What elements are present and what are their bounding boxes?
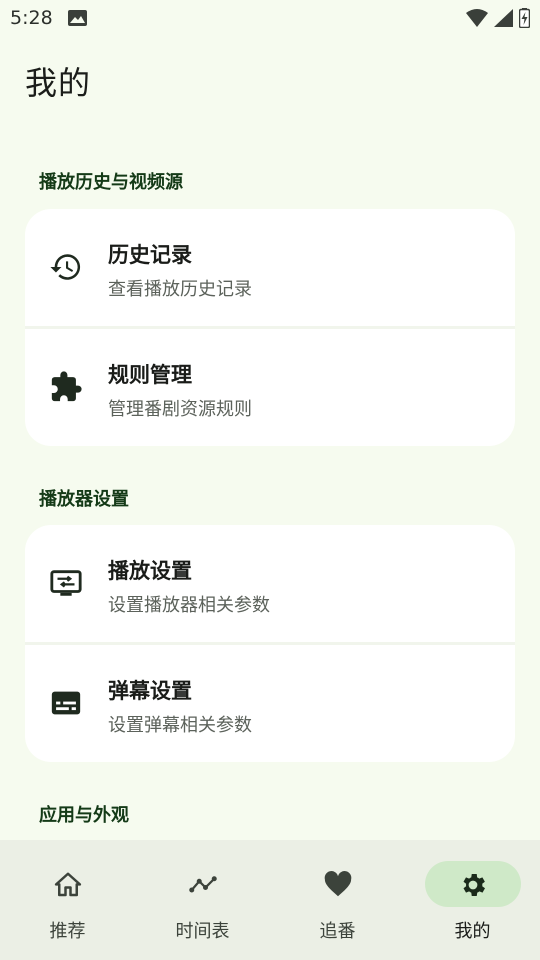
history-icon (50, 254, 81, 280)
timeline-icon (189, 876, 217, 893)
section-title-history-sources: 播放历史与视频源 (39, 172, 183, 193)
playback-settings-title: 播放设置 (108, 559, 192, 583)
rules-item[interactable]: 规则管理 管理番剧资源规则 (25, 329, 515, 446)
image-notification-icon (68, 10, 87, 26)
puzzle-icon (51, 371, 82, 402)
subtitles-icon (51, 691, 81, 715)
signal-icon (494, 9, 513, 27)
page-title: 我的 (25, 64, 92, 102)
nav-label-recommend: 推荐 (49, 921, 86, 942)
rules-subtitle: 管理番剧资源规则 (108, 399, 252, 420)
bottom-navigation: 推荐 时间表 追番 我的 (0, 840, 540, 960)
nav-item-recommend[interactable]: 推荐 (0, 840, 135, 960)
playback-settings-item[interactable]: 播放设置 设置播放器相关参数 (25, 525, 515, 642)
danmaku-settings-title: 弹幕设置 (108, 679, 192, 703)
nav-label-schedule: 时间表 (175, 921, 230, 942)
history-item[interactable]: 历史记录 查看播放历史记录 (25, 209, 515, 326)
battery-icon (519, 8, 530, 28)
nav-item-schedule[interactable]: 时间表 (135, 840, 270, 960)
history-title: 历史记录 (108, 243, 192, 267)
history-subtitle: 查看播放历史记录 (108, 279, 252, 300)
status-time: 5:28 (10, 7, 53, 29)
wifi-icon (466, 9, 488, 27)
nav-label-following: 追番 (319, 921, 356, 942)
danmaku-settings-subtitle: 设置弹幕相关参数 (108, 715, 252, 736)
nav-item-following[interactable]: 追番 (270, 840, 405, 960)
section-title-app-appearance: 应用与外观 (39, 805, 129, 826)
status-bar: 5:28 (0, 0, 540, 36)
player-settings-icon (50, 570, 82, 596)
home-icon (54, 872, 82, 897)
screen: 5:28 我的 播放历史与视频源 历史记录 查看播放历史记录 规则管理 管理番剧… (0, 0, 540, 960)
playback-settings-subtitle: 设置播放器相关参数 (108, 595, 270, 616)
nav-item-mine[interactable]: 我的 (405, 840, 540, 960)
heart-icon (324, 871, 352, 897)
section-title-player-settings: 播放器设置 (39, 489, 129, 510)
gear-icon (463, 874, 485, 896)
danmaku-settings-item[interactable]: 弹幕设置 设置弹幕相关参数 (25, 645, 515, 762)
card-history-sources: 历史记录 查看播放历史记录 规则管理 管理番剧资源规则 (25, 209, 515, 446)
card-player-settings: 播放设置 设置播放器相关参数 弹幕设置 设置弹幕相关参数 (25, 525, 515, 762)
nav-label-mine: 我的 (454, 921, 491, 942)
rules-title: 规则管理 (108, 363, 192, 387)
status-icons (466, 8, 530, 28)
